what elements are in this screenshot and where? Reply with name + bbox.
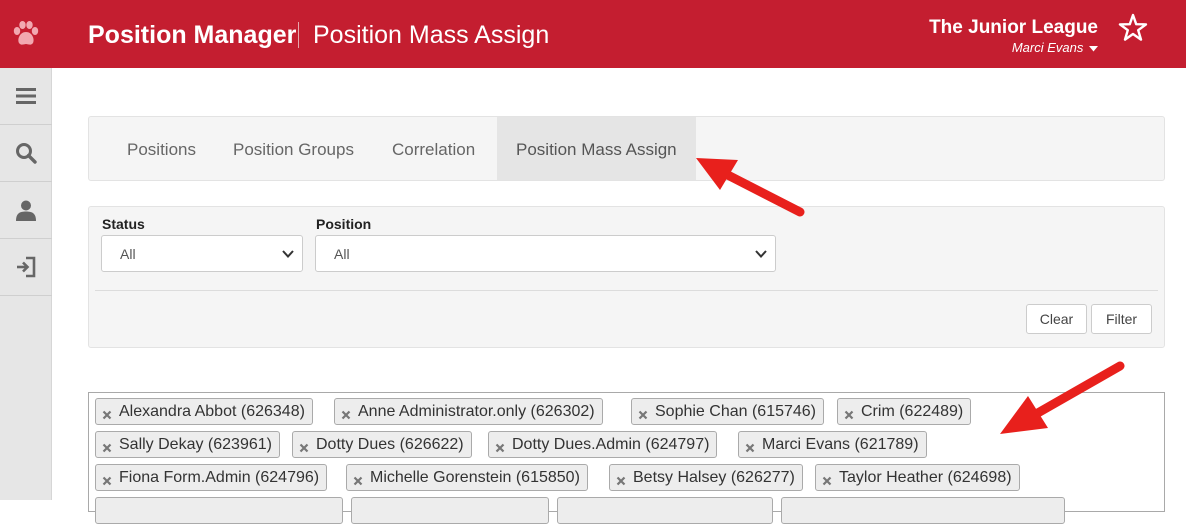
member-chip: Anne Administrator.only (626302) [334,398,603,425]
member-chip: Betsy Halsey (626277) [609,464,803,491]
member-chip: Dotty Dues.Admin (624797) [488,431,718,458]
position-select-value: All [334,246,350,262]
remove-chip-icon[interactable] [495,443,505,453]
member-chip-partial [95,497,343,524]
filter-button[interactable]: Filter [1091,304,1152,334]
caret-down-icon [1089,45,1098,52]
page-title: Position Mass Assign [313,21,550,49]
remove-chip-icon[interactable] [102,476,112,486]
sidebar-item-logout[interactable] [0,239,52,296]
position-tabs: Positions Position Groups Correlation Po… [88,116,1165,181]
filter-panel: Status All Position All Clear Filter [88,206,1165,348]
top-header-bar: Position Manager Position Mass Assign Th… [0,0,1186,68]
remove-chip-icon[interactable] [822,476,832,486]
sidebar-item-search[interactable] [0,125,52,182]
member-chip-label: Dotty Dues (626622) [316,436,464,453]
remove-chip-icon[interactable] [616,476,626,486]
member-chip: Taylor Heather (624698) [815,464,1020,491]
user-menu[interactable]: Marci Evans [929,40,1098,56]
member-chip: Marci Evans (621789) [738,431,927,458]
member-chip: Dotty Dues (626622) [292,431,472,458]
app-title[interactable]: Position Manager [88,18,296,52]
user-name: Marci Evans [1011,40,1084,55]
member-chip-label: Alexandra Abbot (626348) [119,403,305,420]
tab-position-mass-assign[interactable]: Position Mass Assign [497,117,696,180]
clear-button[interactable]: Clear [1026,304,1087,334]
sidebar [0,68,52,500]
tab-positions[interactable]: Positions [108,117,215,180]
chevron-down-icon [755,250,767,258]
org-user-block: The Junior League Marci Evans [929,16,1098,56]
member-chip-label: Fiona Form.Admin (624796) [119,469,320,486]
member-chip-partial [557,497,773,524]
member-chip: Crim (622489) [837,398,972,425]
user-icon [16,200,36,221]
member-chip-label: Sophie Chan (615746) [655,403,817,420]
member-chip-label: Michelle Gorenstein (615850) [370,469,580,486]
remove-chip-icon[interactable] [102,443,112,453]
remove-chip-icon[interactable] [102,410,112,420]
member-chip: Michelle Gorenstein (615850) [346,464,588,491]
member-chip-label: Taylor Heather (624698) [839,469,1012,486]
member-chip-label: Crim (622489) [861,403,964,420]
search-icon [16,143,37,164]
remove-chip-icon[interactable] [638,410,648,420]
remove-chip-icon[interactable] [341,410,351,420]
chevron-down-icon [282,250,294,258]
remove-chip-icon[interactable] [299,443,309,453]
member-chip: Sally Dekay (623961) [95,431,280,458]
status-select-value: All [120,246,136,262]
star-icon[interactable] [1117,12,1149,44]
member-chip: Alexandra Abbot (626348) [95,398,313,425]
status-select[interactable]: All [101,235,303,272]
paw-logo-icon[interactable] [0,0,52,68]
filter-divider [95,290,1158,291]
member-chip-label: Betsy Halsey (626277) [633,469,795,486]
member-chip-partial [781,497,1065,524]
position-select[interactable]: All [315,235,776,272]
sidebar-item-profile[interactable] [0,182,52,239]
sidebar-item-menu[interactable] [0,68,52,125]
member-chip: Fiona Form.Admin (624796) [95,464,328,491]
member-chip: Sophie Chan (615746) [631,398,825,425]
member-chip-label: Dotty Dues.Admin (624797) [512,436,710,453]
logout-icon [17,256,36,278]
member-select-box[interactable]: Alexandra Abbot (626348) Anne Administra… [88,392,1165,524]
remove-chip-icon[interactable] [745,443,755,453]
tab-position-groups[interactable]: Position Groups [214,117,373,180]
position-label: Position [316,216,372,232]
remove-chip-icon[interactable] [353,476,363,486]
remove-chip-icon[interactable] [844,410,854,420]
org-name: The Junior League [929,17,1098,38]
member-chip-label: Marci Evans (621789) [762,436,919,453]
tab-correlation[interactable]: Correlation [373,117,494,180]
member-chip-label: Anne Administrator.only (626302) [358,403,595,420]
title-divider [298,22,299,48]
status-label: Status [102,216,145,232]
member-chip-partial [351,497,549,524]
menu-icon [16,88,36,104]
member-chip-label: Sally Dekay (623961) [119,436,272,453]
